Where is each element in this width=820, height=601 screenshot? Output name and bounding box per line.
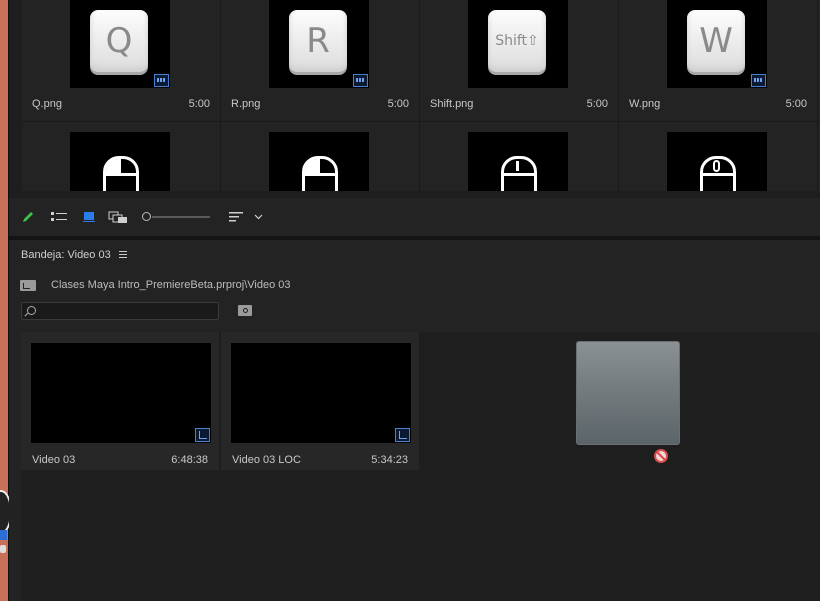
w-key-image: W bbox=[687, 10, 745, 72]
media-tile-q[interactable]: Q Q.png 5:00 bbox=[22, 0, 221, 121]
no-drop-icon bbox=[654, 449, 668, 463]
q-key-image: Q bbox=[90, 10, 148, 72]
thumbnail bbox=[667, 132, 767, 191]
thumbnail bbox=[70, 132, 170, 191]
media-tile-shift[interactable]: Shift⇧ Shift.png 5:00 bbox=[420, 0, 619, 121]
clips-grid: Video 03 6:48:38 Video 03 LOC 5:34:23 bbox=[21, 332, 820, 601]
thumbnail bbox=[468, 132, 568, 191]
bin-panel: Bandeja: Video 03 Clases Maya Intro_Prem… bbox=[9, 240, 820, 601]
file-duration: 5:00 bbox=[785, 98, 807, 110]
media-tile-mouse-1[interactable] bbox=[22, 122, 221, 191]
clip-name: Video 03 LOC bbox=[232, 454, 301, 466]
still-image-badge-icon bbox=[353, 74, 368, 87]
zoom-slider[interactable] bbox=[152, 216, 210, 218]
file-name: W.png bbox=[629, 98, 661, 110]
clip-tile-video-03-loc[interactable]: Video 03 LOC 5:34:23 bbox=[221, 332, 419, 470]
mouse-middle-click-icon bbox=[700, 156, 736, 191]
thumbnail bbox=[231, 343, 411, 443]
project-toolbar bbox=[9, 198, 820, 236]
search-field[interactable] bbox=[21, 302, 219, 320]
chevron-down-icon[interactable] bbox=[253, 209, 263, 225]
project-panel-top: Q Q.png 5:00 R R.png 5:00 Shift⇧ Shift.p… bbox=[22, 0, 820, 191]
thumbnail bbox=[31, 343, 211, 443]
media-tile-mouse-2[interactable] bbox=[221, 122, 420, 191]
pencil-icon[interactable] bbox=[21, 209, 35, 225]
search-input[interactable] bbox=[42, 303, 212, 319]
file-name: Shift.png bbox=[430, 98, 474, 110]
drag-ghost-tile bbox=[576, 341, 680, 445]
thumbnail: W bbox=[667, 0, 767, 88]
media-tile-r[interactable]: R R.png 5:00 bbox=[221, 0, 420, 121]
bin-path: Clases Maya Intro_PremiereBeta.prproj\Vi… bbox=[51, 279, 291, 291]
still-image-badge-icon bbox=[154, 74, 169, 87]
clip-tile-video-03[interactable]: Video 03 6:48:38 bbox=[21, 332, 219, 470]
file-duration: 5:00 bbox=[188, 98, 210, 110]
file-duration: 5:00 bbox=[586, 98, 608, 110]
still-image-badge-icon bbox=[751, 74, 766, 87]
mouse-left-click-icon bbox=[103, 156, 139, 191]
panel-menu-icon[interactable] bbox=[119, 251, 127, 259]
zoom-slider-handle[interactable] bbox=[142, 212, 151, 221]
r-key-image: R bbox=[289, 10, 347, 72]
thumbnail: R bbox=[269, 0, 369, 88]
freeform-view-icon[interactable] bbox=[108, 209, 128, 225]
clip-duration: 5:34:23 bbox=[371, 454, 408, 466]
shift-key-image: Shift⇧ bbox=[488, 10, 546, 72]
icon-view-icon[interactable] bbox=[82, 209, 96, 225]
sequence-badge-icon bbox=[395, 428, 410, 442]
mouse-icon bbox=[501, 156, 537, 191]
file-duration: 5:00 bbox=[387, 98, 409, 110]
thumbnail bbox=[269, 132, 369, 191]
sort-icon[interactable] bbox=[229, 209, 243, 225]
clip-name: Video 03 bbox=[32, 454, 76, 466]
list-view-icon[interactable] bbox=[51, 209, 67, 225]
file-name: R.png bbox=[231, 98, 261, 110]
media-tile-mouse-4[interactable] bbox=[619, 122, 818, 191]
find-in-bin-icon[interactable] bbox=[238, 305, 252, 316]
file-name: Q.png bbox=[32, 98, 62, 110]
desktop-icon-label bbox=[0, 545, 6, 553]
shortcut-arrow-icon bbox=[0, 530, 7, 540]
sequence-badge-icon bbox=[195, 428, 210, 442]
media-tile-w[interactable]: W W.png 5:00 bbox=[619, 0, 818, 121]
up-folder-icon[interactable] bbox=[20, 280, 36, 291]
clip-duration: 6:48:38 bbox=[171, 454, 208, 466]
bin-title: Bandeja: Video 03 bbox=[21, 249, 111, 261]
thumbnail: Shift⇧ bbox=[468, 0, 568, 88]
thumbnail: Q bbox=[70, 0, 170, 88]
mouse-left-click-icon bbox=[302, 156, 338, 191]
media-tile-mouse-3[interactable] bbox=[420, 122, 619, 191]
search-icon bbox=[27, 306, 36, 315]
